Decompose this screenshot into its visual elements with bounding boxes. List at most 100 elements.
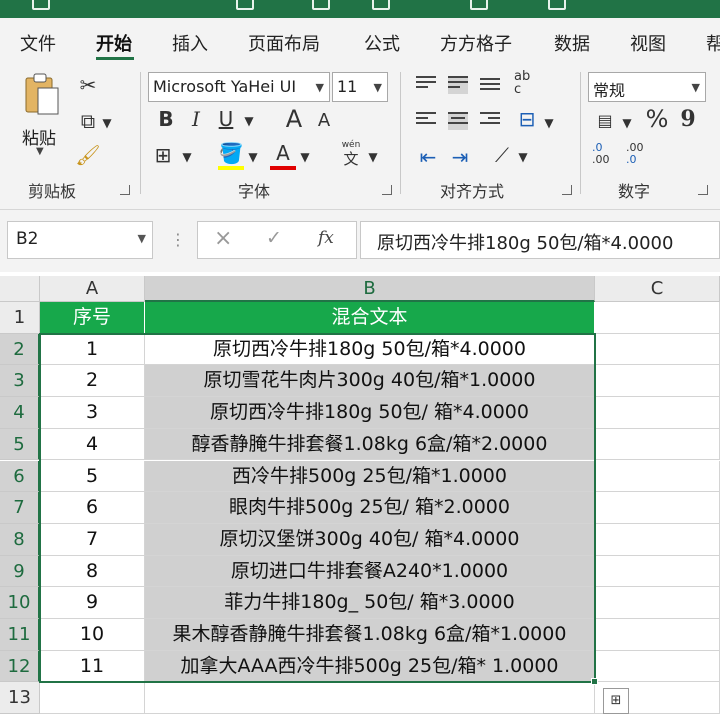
- dialog-launcher-icon[interactable]: [120, 185, 130, 195]
- dialog-launcher-icon[interactable]: [562, 185, 572, 195]
- align-left-icon[interactable]: [416, 112, 436, 130]
- table-cell-empty[interactable]: [595, 650, 720, 683]
- row-header-9[interactable]: 9: [0, 555, 40, 588]
- header-cell-index[interactable]: 序号: [40, 302, 145, 334]
- chevron-down-icon[interactable]: ▼: [620, 110, 634, 136]
- chevron-down-icon[interactable]: ▼: [242, 108, 256, 134]
- font-color-button[interactable]: A: [270, 140, 296, 170]
- column-header-b[interactable]: B: [145, 276, 595, 302]
- chevron-down-icon[interactable]: ▼: [100, 110, 114, 136]
- table-cell-empty[interactable]: [595, 555, 720, 588]
- table-cell-empty[interactable]: [145, 682, 595, 715]
- merge-center-icon[interactable]: ⊟: [514, 106, 540, 132]
- align-middle-icon[interactable]: [448, 76, 468, 94]
- chevron-down-icon[interactable]: ▼: [180, 144, 194, 170]
- decrease-decimal-button[interactable]: .00 .0: [626, 142, 656, 172]
- table-cell-text[interactable]: 原切汉堡饼300g 40包/ 箱*4.0000: [145, 523, 595, 556]
- table-cell-empty[interactable]: [595, 619, 720, 651]
- italic-button[interactable]: I: [184, 106, 208, 132]
- table-cell-index[interactable]: 2: [40, 365, 145, 398]
- formula-input[interactable]: 原切西冷牛排180g 50包/箱*4.0000: [360, 221, 720, 259]
- table-cell-empty[interactable]: [40, 682, 145, 715]
- copy-icon[interactable]: ⧉: [74, 108, 102, 134]
- quick-access-icon[interactable]: [372, 0, 390, 10]
- row-header-1[interactable]: 1: [0, 302, 40, 334]
- tab-help[interactable]: 帮: [706, 30, 720, 56]
- dialog-launcher-icon[interactable]: [698, 185, 708, 195]
- row-header-3[interactable]: 3: [0, 365, 40, 398]
- quick-access-icon[interactable]: [312, 0, 330, 10]
- table-cell-empty[interactable]: [595, 365, 720, 398]
- chevron-down-icon[interactable]: ▼: [36, 146, 44, 157]
- row-header-13[interactable]: 13: [0, 682, 40, 715]
- save-icon[interactable]: [32, 0, 50, 10]
- fill-color-icon[interactable]: 🪣: [218, 140, 244, 170]
- paste-button[interactable]: 粘贴 ▼: [18, 72, 64, 158]
- bold-button[interactable]: B: [154, 106, 178, 132]
- wrap-text-button[interactable]: ab c: [514, 70, 540, 100]
- row-header-5[interactable]: 5: [0, 428, 40, 461]
- chevron-down-icon[interactable]: ▼: [246, 144, 260, 170]
- more-options-icon[interactable]: ⋮: [170, 230, 186, 249]
- increase-decimal-button[interactable]: .0 .00: [592, 142, 622, 172]
- table-cell-text[interactable]: 原切进口牛排套餐A240*1.0000: [145, 555, 595, 588]
- increase-indent-icon[interactable]: ⇥: [448, 144, 472, 170]
- table-cell-index[interactable]: 5: [40, 460, 145, 493]
- tab-formulas[interactable]: 公式: [364, 30, 400, 56]
- table-cell-text[interactable]: 眼肉牛排500g 25包/ 箱*2.0000: [145, 492, 595, 524]
- tab-view[interactable]: 视图: [630, 30, 666, 56]
- confirm-button[interactable]: ✓: [266, 227, 282, 249]
- fill-handle[interactable]: [591, 678, 598, 686]
- phonetic-guide-button[interactable]: wén 文: [336, 140, 366, 170]
- table-cell-text[interactable]: 原切雪花牛肉片300g 40包/箱*1.0000: [145, 365, 595, 398]
- name-box[interactable]: B2 ▼: [7, 221, 153, 259]
- column-header-c[interactable]: C: [595, 276, 720, 302]
- select-all-button[interactable]: [0, 276, 40, 302]
- table-cell-empty[interactable]: [595, 587, 720, 619]
- row-header-11[interactable]: 11: [0, 619, 40, 651]
- table-cell-index[interactable]: 8: [40, 555, 145, 588]
- table-cell-index[interactable]: 10: [40, 619, 145, 651]
- insert-function-button[interactable]: fx: [318, 228, 334, 248]
- comma-style-button[interactable]: 9: [678, 106, 698, 132]
- quick-analysis-icon[interactable]: ⊞: [603, 688, 629, 715]
- quick-access-icon[interactable]: [548, 0, 566, 10]
- decrease-indent-icon[interactable]: ⇤: [416, 144, 440, 170]
- tab-home[interactable]: 开始: [96, 30, 132, 56]
- table-cell-index[interactable]: 11: [40, 650, 145, 683]
- align-right-icon[interactable]: [480, 112, 500, 130]
- table-cell-text[interactable]: 西冷牛排500g 25包/箱*1.0000: [145, 460, 595, 493]
- shrink-font-button[interactable]: A: [312, 108, 336, 134]
- row-header-6[interactable]: 6: [0, 460, 40, 493]
- tab-page-layout[interactable]: 页面布局: [248, 30, 320, 56]
- number-format-dropdown[interactable]: 常规 ▼: [588, 72, 706, 102]
- dialog-launcher-icon[interactable]: [382, 185, 392, 195]
- table-cell-text[interactable]: 加拿大AAA西冷牛排500g 25包/箱* 1.0000: [145, 650, 595, 683]
- underline-button[interactable]: U: [214, 106, 238, 132]
- borders-icon[interactable]: ⊞: [150, 142, 176, 168]
- row-header-8[interactable]: 8: [0, 523, 40, 556]
- format-painter-icon[interactable]: 🖌: [74, 142, 102, 168]
- column-header-a[interactable]: A: [40, 276, 145, 302]
- table-cell-text[interactable]: 原切西冷牛排180g 50包/ 箱*4.0000: [145, 397, 595, 429]
- table-cell-empty[interactable]: [595, 397, 720, 429]
- table-cell-empty[interactable]: [595, 428, 720, 461]
- font-name-dropdown[interactable]: Microsoft YaHei UI ▼: [148, 72, 330, 102]
- quick-access-icon[interactable]: [236, 0, 254, 10]
- table-cell-empty[interactable]: [595, 302, 720, 334]
- table-cell-text[interactable]: 原切西冷牛排180g 50包/箱*4.0000: [145, 333, 595, 366]
- chevron-down-icon[interactable]: ▼: [542, 110, 556, 136]
- table-cell-index[interactable]: 6: [40, 492, 145, 524]
- chevron-down-icon[interactable]: ▼: [298, 144, 312, 170]
- row-header-7[interactable]: 7: [0, 492, 40, 524]
- tab-data[interactable]: 数据: [554, 30, 590, 56]
- row-header-4[interactable]: 4: [0, 397, 40, 429]
- row-header-2[interactable]: 2: [0, 333, 40, 366]
- row-header-12[interactable]: 12: [0, 650, 40, 683]
- tab-insert[interactable]: 插入: [172, 30, 208, 56]
- accounting-format-icon[interactable]: ▤: [592, 108, 618, 134]
- cut-icon[interactable]: ✂: [74, 72, 102, 98]
- table-cell-text[interactable]: 果木醇香静腌牛排套餐1.08kg 6盒/箱*1.0000: [145, 619, 595, 651]
- header-cell-text[interactable]: 混合文本: [145, 302, 595, 334]
- table-cell-index[interactable]: 4: [40, 428, 145, 461]
